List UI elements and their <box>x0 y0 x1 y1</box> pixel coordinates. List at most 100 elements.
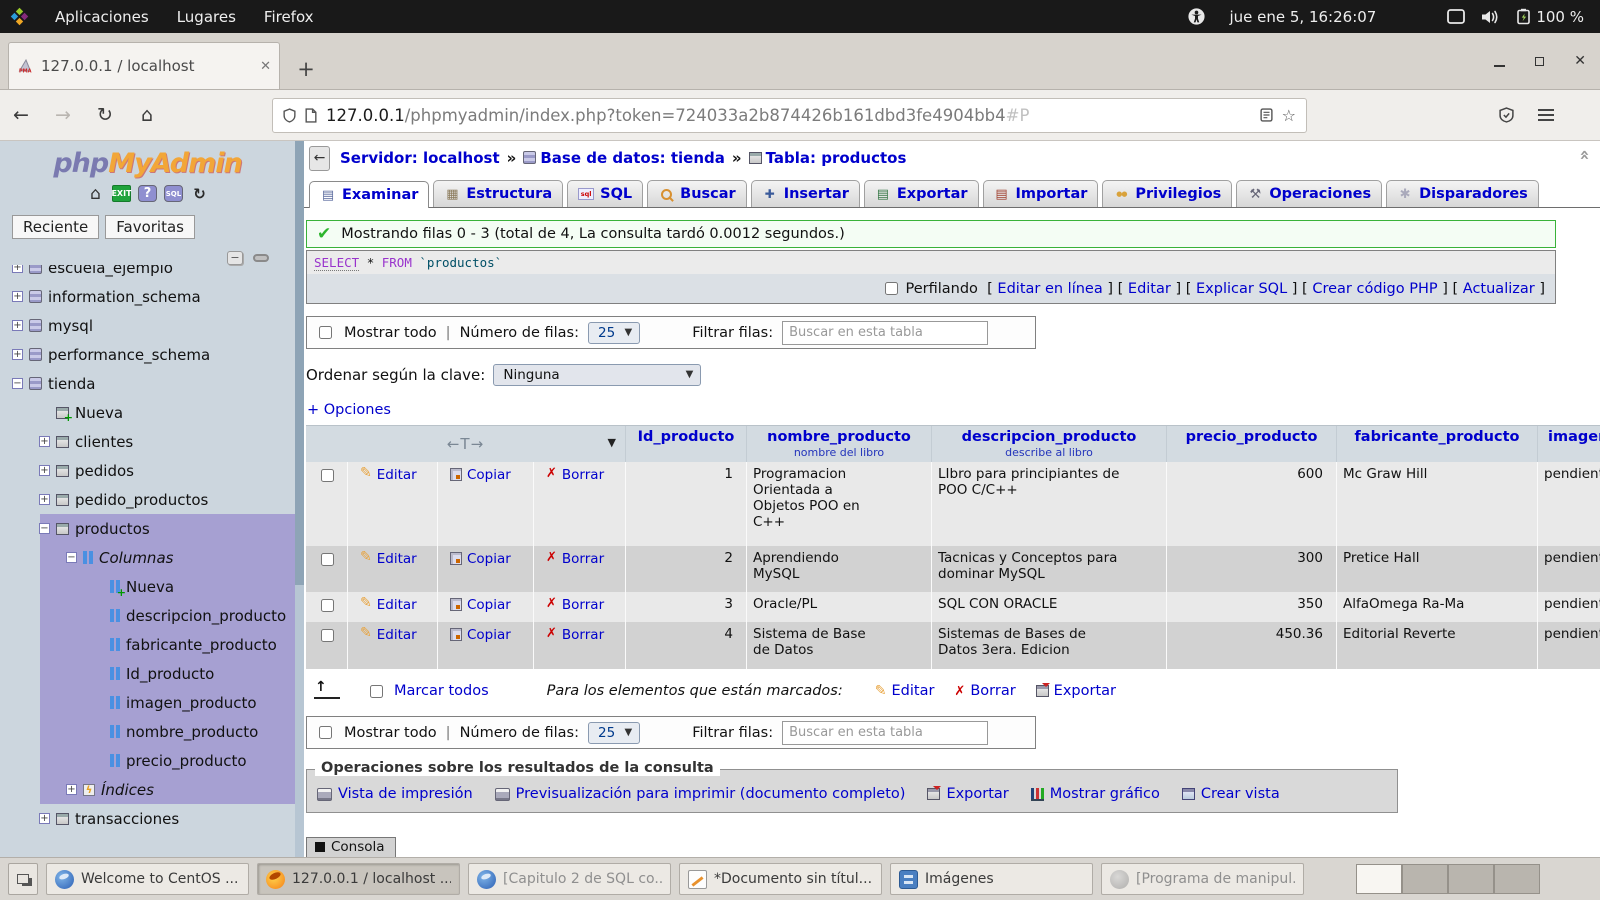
query-window-icon[interactable]: SQL <box>164 185 183 202</box>
tree-expand-icon[interactable]: + <box>39 813 50 824</box>
tab-sql[interactable]: sqlSQL <box>567 180 643 207</box>
editar-link[interactable]: Editar <box>1128 281 1171 297</box>
tree-collapse-icon[interactable]: − <box>66 552 77 563</box>
row-copiar-link[interactable]: Copiar <box>467 597 511 613</box>
rows-count-select[interactable]: 25▼ <box>588 322 640 344</box>
tree-expand-icon[interactable]: + <box>12 291 23 302</box>
options-arrow-icon[interactable]: ▼ <box>608 436 616 449</box>
tree-item-descripcion-producto[interactable]: descripcion_producto <box>0 601 295 630</box>
tree-item-tienda[interactable]: −tienda <box>0 369 295 398</box>
url-bar[interactable]: 127.0.0.1/phpmyadmin/index.php?token=724… <box>272 98 1307 133</box>
tree-item-imagen-producto[interactable]: imagen_producto <box>0 688 295 717</box>
row-editar-link[interactable]: Editar <box>377 467 417 483</box>
row-checkbox[interactable] <box>321 469 334 482</box>
help-icon[interactable]: ? <box>138 185 157 202</box>
home-icon[interactable]: ⌂ <box>126 104 168 126</box>
tree-expand-icon[interactable]: + <box>39 465 50 476</box>
crear-vista-link[interactable]: Crear vista <box>1182 786 1280 802</box>
tree-collapse-icon[interactable]: − <box>12 378 23 389</box>
row-editar-link[interactable]: Editar <box>377 627 417 643</box>
row-borrar-link[interactable]: Borrar <box>562 627 604 643</box>
battery-indicator[interactable]: 100 % <box>1516 8 1584 26</box>
crear-co-digo-php-link[interactable]: Crear código PHP <box>1312 281 1437 297</box>
tree-expand-icon[interactable]: + <box>66 784 77 795</box>
profiling-checkbox[interactable] <box>885 282 898 295</box>
row-checkbox[interactable] <box>321 599 334 612</box>
show-all-checkbox[interactable] <box>319 326 332 339</box>
tree-item-nueva[interactable]: Nueva <box>0 398 295 427</box>
tree-collapse-icon[interactable]: − <box>39 523 50 534</box>
favorite-tables-dropdown[interactable]: Favoritas <box>105 215 195 239</box>
window-minimize-icon[interactable] <box>1494 65 1505 67</box>
tab-exportar[interactable]: ▤Exportar <box>864 180 979 207</box>
tree-item-fabricante-producto[interactable]: fabricante_producto <box>0 630 295 659</box>
page-info-icon[interactable] <box>305 108 317 123</box>
logout-icon[interactable]: EXIT <box>112 185 131 202</box>
tab-importar[interactable]: ▤Importar <box>983 180 1099 207</box>
hamburger-menu-icon[interactable] <box>1538 109 1554 121</box>
mostrar-gra-fico-link[interactable]: Mostrar gráfico <box>1031 786 1160 802</box>
sidebar-scrollbar[interactable] <box>295 141 304 857</box>
accessibility-icon[interactable] <box>1188 8 1205 25</box>
taskbar-button-welcome-to-centos[interactable]: Welcome to CentOS ... <box>46 863 249 895</box>
column-header-precio-producto[interactable]: precio_producto <box>1167 426 1337 462</box>
tree-item-clientes[interactable]: +clientes <box>0 427 295 456</box>
tree-item-columnas[interactable]: −Columnas <box>0 543 295 572</box>
row-borrar-link[interactable]: Borrar <box>562 551 604 567</box>
row-borrar-link[interactable]: Borrar <box>562 467 604 483</box>
bookmark-star-icon[interactable]: ☆ <box>1282 106 1296 125</box>
exportar-link[interactable]: Exportar <box>927 786 1008 802</box>
select-all-checkbox[interactable] <box>370 685 383 698</box>
toggle-sidebar-icon[interactable]: ← <box>309 146 330 171</box>
column-sort-header[interactable]: ←T→ ▼ <box>306 426 626 462</box>
rows-count-select[interactable]: 25▼ <box>588 722 640 744</box>
menu-aplicaciones[interactable]: Aplicaciones <box>53 6 151 28</box>
screen-icon[interactable] <box>1447 9 1465 24</box>
workspace-3[interactable] <box>1448 864 1494 894</box>
breadcrumb-servidor-localhost[interactable]: Servidor: localhost <box>340 149 500 167</box>
tree-item-escuela-ejemplo[interactable]: +escuela_ejemplo <box>0 265 295 282</box>
tree-item-i-ndices[interactable]: +Índices <box>0 775 295 804</box>
tree-item-nombre-producto[interactable]: nombre_producto <box>0 717 295 746</box>
selected-editar-link[interactable]: ✎Editar <box>875 683 935 699</box>
tree-expand-icon[interactable]: + <box>12 265 23 273</box>
window-list-button[interactable] <box>8 863 38 895</box>
column-header-descripcion-producto[interactable]: descripcion_productodescribe al libro <box>932 426 1167 462</box>
column-header-fabricante-producto[interactable]: fabricante_producto <box>1337 426 1538 462</box>
collapse-top-icon[interactable]: « <box>1575 150 1595 161</box>
tab-privilegios[interactable]: ●●Privilegios <box>1102 180 1232 207</box>
menu-firefox[interactable]: Firefox <box>262 6 316 28</box>
vista-de-impresio-n-link[interactable]: Vista de impresión <box>317 786 473 802</box>
reader-view-icon[interactable] <box>1260 108 1273 122</box>
back-icon[interactable]: ← <box>0 104 42 126</box>
browser-tab[interactable]: PMA 127.0.0.1 / localhost ✕ <box>8 42 280 89</box>
filter-input[interactable] <box>782 721 988 745</box>
selected-exportar-link[interactable]: Exportar <box>1036 683 1116 699</box>
tree-item-performance-schema[interactable]: +performance_schema <box>0 340 295 369</box>
row-editar-link[interactable]: Editar <box>377 551 417 567</box>
new-tab-button[interactable]: + <box>292 57 320 81</box>
actualizar-link[interactable]: Actualizar <box>1463 281 1535 297</box>
console-toggle[interactable]: Consola <box>306 837 396 857</box>
workspace-2[interactable] <box>1402 864 1448 894</box>
collapse-all-icon[interactable]: − <box>227 251 243 265</box>
filter-input[interactable] <box>782 321 988 345</box>
options-toggle-link[interactable]: + Opciones <box>307 402 391 418</box>
protection-shield-icon[interactable] <box>1499 107 1514 123</box>
tree-item-nueva[interactable]: Nueva <box>0 572 295 601</box>
taskbar-button-documento-sin-ti-tul[interactable]: *Documento sin títul... <box>679 863 882 895</box>
refresh-icon[interactable]: ↻ <box>190 185 209 202</box>
link-with-main-icon[interactable] <box>253 254 269 262</box>
tree-item-mysql[interactable]: +mysql <box>0 311 295 340</box>
taskbar-button-programa-de-manipul[interactable]: [Programa de manipul... <box>1101 863 1304 895</box>
tree-item-productos[interactable]: −productos <box>0 514 295 543</box>
editar-en-li-nea-link[interactable]: Editar en línea <box>997 281 1102 297</box>
column-header-nombre-producto[interactable]: nombre_productonombre del libro <box>747 426 932 462</box>
home-icon[interactable]: ⌂ <box>86 185 105 202</box>
tree-item-information-schema[interactable]: +information_schema <box>0 282 295 311</box>
row-borrar-link[interactable]: Borrar <box>562 597 604 613</box>
tab-close-icon[interactable]: ✕ <box>260 59 271 74</box>
taskbar-button-capitulo-2-de-sql-co[interactable]: [Capitulo 2 de SQL co... <box>468 863 671 895</box>
tree-item-pedido-productos[interactable]: +pedido_productos <box>0 485 295 514</box>
row-copiar-link[interactable]: Copiar <box>467 551 511 567</box>
